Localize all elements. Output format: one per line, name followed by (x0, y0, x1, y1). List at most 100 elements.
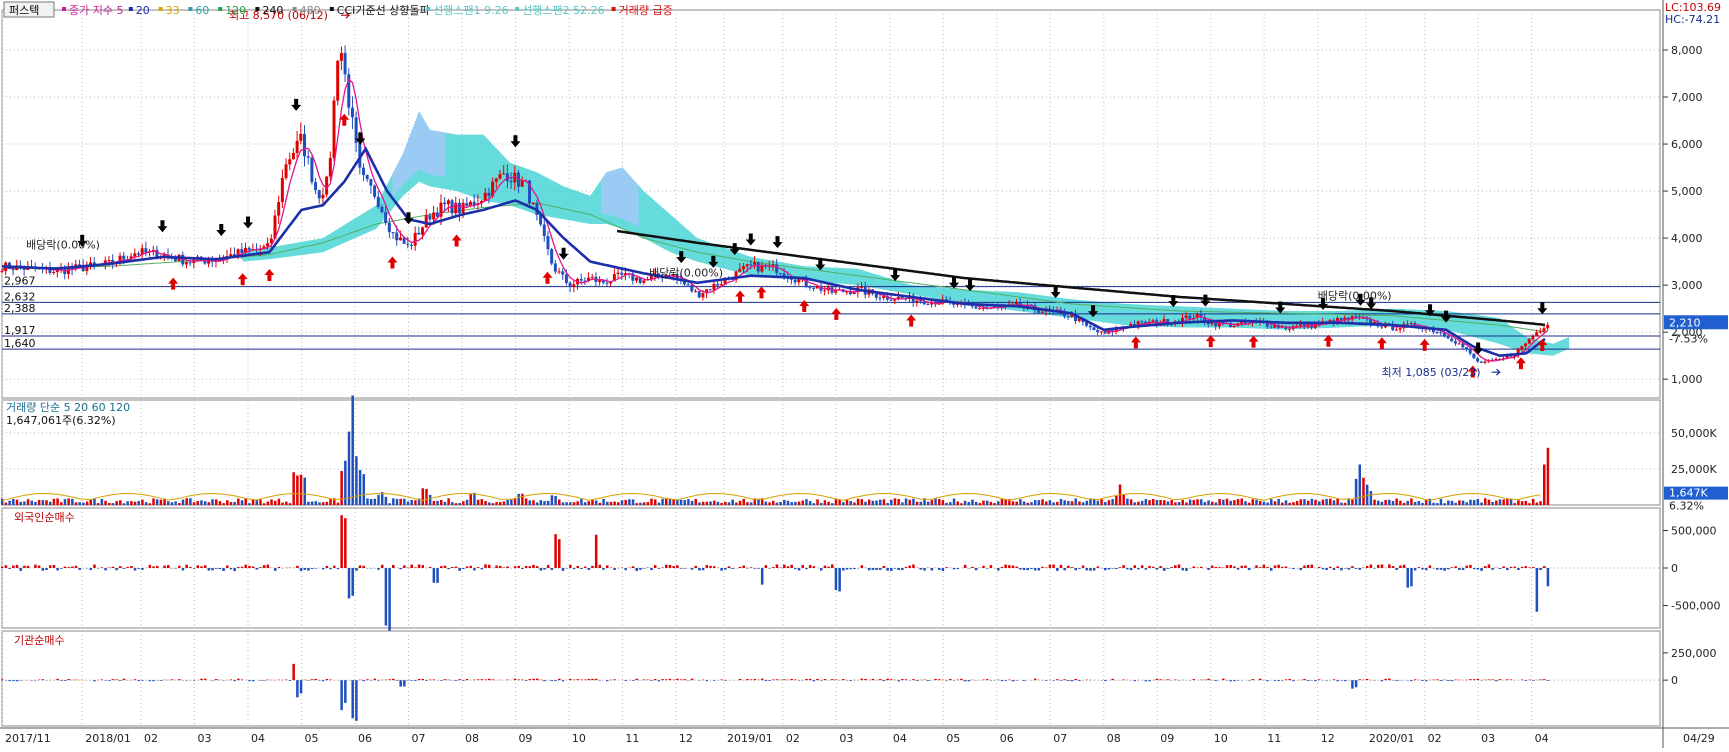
candle-body (823, 290, 826, 291)
foreign-bar (702, 568, 705, 570)
volume-bar (399, 499, 402, 505)
candle-body (978, 308, 981, 309)
volume-bar (868, 500, 871, 505)
volume-bar (1296, 501, 1299, 505)
volume-bar (691, 501, 694, 505)
foreign-bar (1274, 565, 1277, 568)
volume-bar (949, 502, 952, 505)
foreign-bar (990, 565, 993, 568)
x-tick-label: 03 (198, 732, 212, 745)
candle-body (1439, 332, 1442, 333)
legend-label: 240 (262, 4, 283, 17)
legend-label: 60 (195, 4, 209, 17)
foreign-bar (1170, 567, 1173, 568)
x-tick-label: 08 (465, 732, 479, 745)
foreign-bar (1329, 567, 1332, 568)
foreign-bar (1119, 567, 1122, 568)
foreign-bar (1038, 568, 1041, 570)
volume-bar (1340, 503, 1343, 505)
foreign-bar (1263, 565, 1266, 568)
institution-bar (481, 679, 484, 680)
volume-bar (628, 499, 631, 505)
candle-body (1480, 361, 1483, 362)
foreign-bar (695, 566, 698, 568)
foreign-bar (1226, 565, 1229, 568)
foreign-bar (333, 566, 336, 568)
foreign-bar (399, 568, 402, 569)
volume-bar (1167, 502, 1170, 505)
legend-label: 선행스팬1 9.26 (433, 4, 508, 17)
institution-bar (916, 680, 919, 681)
candle-body (502, 173, 505, 174)
volume-bar (802, 501, 805, 505)
foreign-bar (388, 568, 391, 631)
foreign-bar (698, 568, 701, 571)
volume-bar (233, 502, 236, 505)
stock-chart-svg[interactable]: 2017/112018/0102030405060708091011122019… (0, 0, 1729, 748)
foreign-bar (636, 568, 639, 571)
foreign-bar (1034, 568, 1037, 570)
candle-body (432, 213, 435, 220)
foreign-bar (49, 565, 52, 568)
volume-bar (1170, 500, 1173, 505)
volume-bar (1211, 502, 1214, 505)
institution-bar (285, 680, 288, 681)
institution-bar (517, 679, 520, 680)
foreign-bar (1440, 568, 1443, 570)
institution-bar (1344, 680, 1347, 681)
candle-body (1528, 339, 1531, 343)
volume-bar (934, 498, 937, 505)
institution-bar (776, 679, 779, 680)
institution-bar (765, 680, 768, 681)
candle-body (307, 156, 310, 157)
volume-bar (440, 500, 443, 505)
foreign-bar (470, 566, 473, 568)
foreign-bar (1152, 567, 1155, 568)
foreign-bar (193, 568, 196, 569)
foreign-bar (1041, 567, 1044, 568)
foreign-bar (1436, 568, 1439, 570)
foreign-tick-label: -500,000 (1671, 600, 1720, 613)
volume-bar (1418, 501, 1421, 505)
volume-bar (772, 501, 775, 505)
foreign-bar (576, 566, 579, 568)
foreign-bar (495, 565, 498, 568)
volume-bar (927, 502, 930, 505)
foreign-bar (875, 568, 878, 570)
institution-bar (425, 680, 428, 681)
volume-bar (1395, 499, 1398, 505)
foreign-bar (363, 566, 366, 568)
foreign-bar (676, 565, 679, 568)
institution-bar (171, 679, 174, 680)
candle-body (285, 164, 288, 178)
volume-bar (152, 498, 155, 505)
volume-bar (1325, 499, 1328, 505)
foreign-bar (1045, 567, 1048, 568)
foreign-bar (1145, 568, 1148, 570)
volume-bar (425, 489, 428, 505)
institution-bar (351, 680, 354, 718)
foreign-bar (16, 565, 19, 568)
institution-bar (422, 679, 425, 680)
candle-body (362, 168, 365, 175)
volume-bar (824, 500, 827, 505)
volume-bar (1108, 500, 1111, 505)
institution-bar (410, 680, 413, 681)
institution-bar (1111, 679, 1114, 680)
foreign-bar (322, 568, 325, 569)
institution-bar (296, 680, 299, 697)
foreign-bar (377, 568, 380, 570)
institution-bar (1156, 679, 1159, 680)
foreign-bar (588, 568, 591, 570)
candle-body (310, 158, 313, 182)
institution-bar (562, 680, 565, 681)
volume-bar (993, 503, 996, 505)
candle-body (853, 292, 856, 294)
volume-bar (956, 501, 959, 505)
candle-body (207, 261, 210, 264)
volume-bar (1469, 500, 1472, 505)
volume-bar (517, 494, 520, 505)
volume-bar (979, 503, 982, 505)
foreign-bar (1532, 567, 1535, 568)
volume-bar (16, 500, 19, 505)
